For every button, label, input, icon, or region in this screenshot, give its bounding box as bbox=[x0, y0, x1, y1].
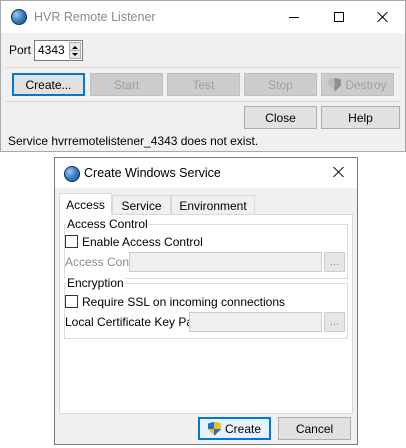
close-label: Close bbox=[265, 110, 296, 125]
require-ssl-label[interactable]: Require SSL on incoming connections bbox=[82, 295, 285, 309]
browse-label: ... bbox=[329, 316, 340, 328]
start-label: Start bbox=[113, 77, 140, 92]
title-bar[interactable]: HVR Remote Listener bbox=[1, 1, 405, 33]
create-button[interactable]: Create... bbox=[12, 73, 85, 96]
close-window-button[interactable] bbox=[360, 1, 405, 33]
tab-service-label: Service bbox=[121, 198, 162, 213]
key-pair-field[interactable] bbox=[189, 312, 322, 332]
key-pair-label: Local Certificate Key Pair bbox=[65, 315, 200, 329]
chevron-up-icon bbox=[72, 45, 78, 49]
browse-label: ... bbox=[329, 256, 340, 268]
require-ssl-checkbox[interactable] bbox=[65, 295, 78, 308]
port-spinbox[interactable]: 4343 bbox=[34, 40, 83, 61]
help-button[interactable]: Help bbox=[321, 106, 400, 129]
tab-service[interactable]: Service bbox=[112, 195, 171, 215]
hvr-remote-listener-window: HVR Remote Listener Port 4343 Create... … bbox=[0, 0, 406, 152]
status-text: Service hvrremotelistener_4343 does not … bbox=[8, 134, 259, 148]
close-icon bbox=[377, 11, 389, 23]
enable-access-control-checkbox[interactable] bbox=[65, 235, 78, 248]
destroy-button[interactable]: Destroy bbox=[321, 73, 394, 96]
dialog-title-bar[interactable]: Create Windows Service bbox=[55, 158, 357, 188]
uac-shield-icon bbox=[328, 77, 342, 92]
create-label: Create... bbox=[25, 77, 72, 92]
stop-label: Stop bbox=[268, 77, 293, 92]
hvr-globe-icon bbox=[64, 166, 80, 182]
access-tab-panel: Access Control Enable Access Control Acc… bbox=[59, 214, 353, 414]
encryption-group-label: Encryption bbox=[66, 276, 125, 290]
tab-access[interactable]: Access bbox=[59, 193, 112, 215]
dialog-title: Create Windows Service bbox=[84, 166, 221, 180]
uac-shield-icon bbox=[207, 421, 221, 436]
tab-access-label: Access bbox=[66, 197, 105, 212]
maximize-icon bbox=[333, 12, 344, 22]
create-windows-service-dialog: Create Windows Service Access Service En… bbox=[54, 157, 358, 445]
close-icon bbox=[332, 166, 344, 178]
create-service-button[interactable]: Create bbox=[198, 417, 271, 440]
destroy-label: Destroy bbox=[345, 77, 387, 92]
port-label: Port bbox=[9, 43, 32, 57]
minimize-icon bbox=[288, 16, 299, 18]
dialog-close-button[interactable] bbox=[320, 157, 356, 187]
start-button[interactable]: Start bbox=[90, 73, 163, 96]
port-value[interactable]: 4343 bbox=[38, 43, 65, 57]
port-spin-buttons[interactable] bbox=[69, 42, 81, 59]
window-title: HVR Remote Listener bbox=[34, 10, 156, 24]
close-button[interactable]: Close bbox=[244, 106, 317, 129]
access-conf-label: Access Conf bbox=[65, 255, 133, 269]
key-pair-browse-button[interactable]: ... bbox=[324, 312, 345, 332]
maximize-button[interactable] bbox=[316, 1, 361, 33]
hvr-globe-icon bbox=[11, 9, 27, 25]
cancel-button[interactable]: Cancel bbox=[278, 417, 351, 440]
minimize-button[interactable] bbox=[271, 1, 316, 33]
tab-environment[interactable]: Environment bbox=[171, 195, 255, 215]
chevron-down-icon bbox=[72, 53, 78, 56]
access-conf-browse-button[interactable]: ... bbox=[324, 252, 345, 272]
create-service-label: Create bbox=[224, 421, 262, 436]
spin-down-button[interactable] bbox=[70, 50, 80, 58]
divider bbox=[6, 101, 400, 102]
help-label: Help bbox=[348, 110, 373, 125]
tab-environment-label: Environment bbox=[179, 198, 247, 213]
access-control-group-label: Access Control bbox=[66, 217, 149, 231]
enable-access-control-label[interactable]: Enable Access Control bbox=[82, 235, 203, 249]
test-button[interactable]: Test bbox=[167, 73, 240, 96]
divider bbox=[6, 67, 400, 68]
test-label: Test bbox=[192, 77, 215, 92]
stop-button[interactable]: Stop bbox=[244, 73, 317, 96]
access-conf-field[interactable] bbox=[129, 252, 322, 272]
cancel-label: Cancel bbox=[295, 421, 334, 436]
